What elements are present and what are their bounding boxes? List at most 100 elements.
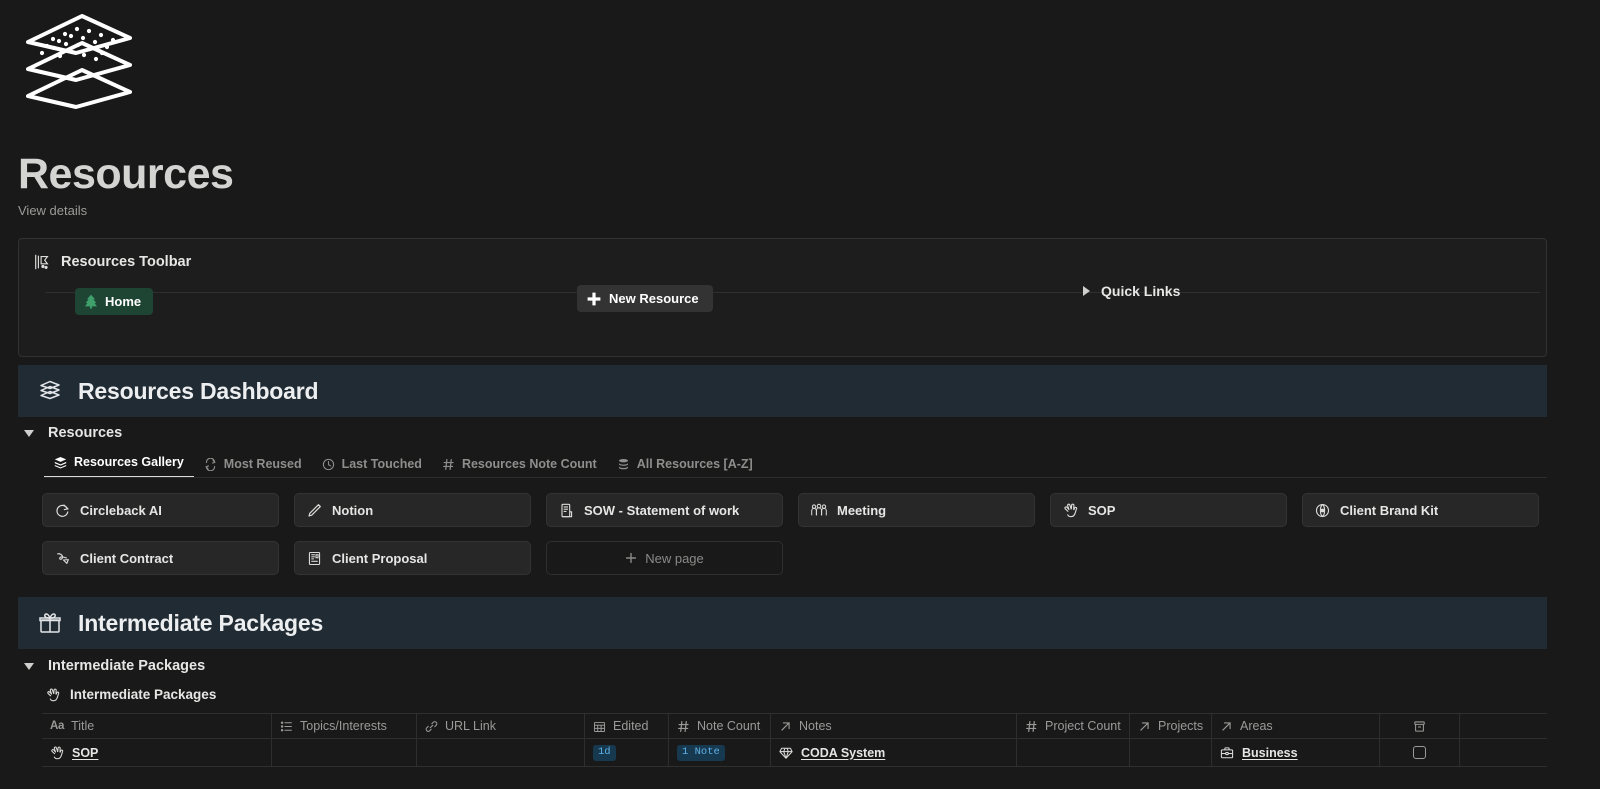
database-title[interactable]: Intermediate Packages bbox=[46, 687, 216, 702]
triangle-down-icon bbox=[24, 429, 34, 437]
gallery-card-notion[interactable]: Notion bbox=[294, 493, 531, 527]
home-tree-icon bbox=[84, 294, 98, 309]
resources-dashboard-title: Resources Dashboard bbox=[78, 377, 319, 404]
gallery-card-meeting[interactable]: Meeting bbox=[798, 493, 1035, 527]
intermediate-packages-toggle[interactable]: Intermediate Packages bbox=[24, 658, 205, 674]
people-group-icon bbox=[811, 503, 827, 517]
stacked-layers-icon bbox=[38, 379, 62, 403]
cell-areas-text: Business bbox=[1242, 745, 1298, 760]
palette-icon bbox=[1315, 503, 1330, 518]
circle-arrow-icon bbox=[55, 503, 70, 518]
gallery-card-sop[interactable]: SOP bbox=[1050, 493, 1287, 527]
tab-all-resources-az[interactable]: All Resources [A-Z] bbox=[607, 457, 763, 478]
column-header-note-count[interactable]: Note Count bbox=[669, 714, 771, 738]
hash-icon bbox=[677, 720, 690, 733]
column-header-archive[interactable] bbox=[1380, 714, 1460, 738]
gallery-card-client-brand-kit[interactable]: Client Brand Kit bbox=[1302, 493, 1539, 527]
hash-icon bbox=[442, 458, 455, 471]
tab-most-reused[interactable]: Most Reused bbox=[194, 457, 312, 478]
intermediate-packages-title: Intermediate Packages bbox=[78, 609, 324, 636]
document-icon bbox=[559, 503, 574, 518]
home-button[interactable]: Home bbox=[75, 288, 154, 315]
arrow-up-right-icon bbox=[779, 720, 792, 733]
resources-toggle-label: Resources bbox=[48, 425, 123, 441]
quick-links-label: Quick Links bbox=[1101, 283, 1181, 299]
column-header-projects[interactable]: Projects bbox=[1130, 714, 1212, 738]
tab-last-touched[interactable]: Last Touched bbox=[312, 457, 432, 478]
new-resource-button[interactable]: New Resource bbox=[577, 285, 713, 312]
column-header-topics[interactable]: Topics/Interests bbox=[272, 714, 417, 738]
tab-label: Resources Note Count bbox=[461, 457, 597, 471]
quick-links-toggle[interactable]: Quick Links bbox=[1083, 283, 1180, 299]
gallery-card-label: SOP bbox=[1088, 502, 1116, 518]
home-button-label: Home bbox=[105, 294, 142, 309]
toolbar-divider bbox=[45, 292, 1540, 293]
view-details-link[interactable]: View details bbox=[18, 203, 87, 218]
new-page-button[interactable]: New page bbox=[546, 541, 783, 575]
column-label: Project Count bbox=[1045, 719, 1121, 733]
gallery-card-label: Client Brand Kit bbox=[1340, 502, 1439, 518]
cell-topics[interactable] bbox=[272, 739, 417, 766]
list-icon bbox=[280, 720, 293, 733]
cell-title[interactable]: SOP bbox=[42, 739, 272, 766]
gallery-row: Client Contract Client Proposal New page bbox=[42, 541, 1547, 575]
page-title: Resources bbox=[18, 150, 234, 198]
column-label: Title bbox=[71, 719, 95, 733]
arrow-up-right-icon bbox=[1220, 720, 1233, 733]
repeat-icon bbox=[204, 457, 217, 471]
row-checkbox[interactable] bbox=[1413, 746, 1426, 759]
gallery-card-label: Notion bbox=[332, 502, 374, 518]
column-label: Areas bbox=[1240, 719, 1273, 733]
column-header-edited[interactable]: Edited bbox=[585, 714, 669, 738]
hand-icon bbox=[46, 688, 60, 702]
gallery-card-label: Client Contract bbox=[80, 550, 174, 566]
stack-icon bbox=[54, 456, 67, 469]
cell-edited[interactable]: 1d bbox=[585, 739, 669, 766]
triangle-down-icon bbox=[24, 662, 34, 670]
gallery-card-label: Meeting bbox=[837, 502, 887, 518]
gallery-card-client-contract[interactable]: Client Contract bbox=[42, 541, 279, 575]
cell-url-link[interactable] bbox=[417, 739, 585, 766]
gift-icon bbox=[38, 611, 62, 635]
new-resource-label: New Resource bbox=[609, 291, 699, 306]
notion-page: Resources View details Resources Toolbar bbox=[0, 0, 1600, 789]
gallery-card-circleback-ai[interactable]: Circleback AI bbox=[42, 493, 279, 527]
intermediate-packages-toggle-label: Intermediate Packages bbox=[48, 658, 206, 674]
cell-project-count[interactable] bbox=[1017, 739, 1130, 766]
tab-label: Most Reused bbox=[223, 457, 302, 471]
table-header-row: Aa Title Topics/Interests URL Link Edite… bbox=[42, 713, 1547, 739]
column-header-project-count[interactable]: Project Count bbox=[1017, 714, 1130, 738]
plus-icon bbox=[625, 552, 637, 564]
intermediate-packages-banner: Intermediate Packages bbox=[18, 597, 1547, 649]
hand-icon bbox=[1063, 503, 1078, 518]
pencil-icon bbox=[307, 503, 322, 518]
cell-notes[interactable]: CODA System bbox=[771, 739, 1017, 766]
archive-box-icon bbox=[1413, 720, 1426, 733]
gallery-card-sow[interactable]: SOW - Statement of work bbox=[546, 493, 783, 527]
cell-note-count[interactable]: 1 Note bbox=[669, 739, 771, 766]
plus-icon bbox=[587, 292, 601, 306]
hand-icon bbox=[50, 746, 64, 760]
resources-toggle[interactable]: Resources bbox=[24, 425, 122, 441]
column-header-url-link[interactable]: URL Link bbox=[417, 714, 585, 738]
table-row[interactable]: SOP 1d 1 Note CODA System Business bbox=[42, 739, 1547, 767]
tab-resources-note-count[interactable]: Resources Note Count bbox=[432, 457, 607, 478]
new-page-label: New page bbox=[645, 550, 704, 566]
column-header-title[interactable]: Aa Title bbox=[42, 714, 272, 738]
cell-title-text: SOP bbox=[72, 745, 99, 760]
cell-archive[interactable] bbox=[1380, 739, 1460, 766]
toolbar-header: Resources Toolbar bbox=[19, 239, 1546, 271]
column-header-areas[interactable]: Areas bbox=[1212, 714, 1380, 738]
gallery-card-label: Client Proposal bbox=[332, 550, 428, 566]
cell-projects[interactable] bbox=[1130, 739, 1212, 766]
column-header-notes[interactable]: Notes bbox=[771, 714, 1017, 738]
clock-icon bbox=[322, 458, 335, 471]
gallery-card-client-proposal[interactable]: Client Proposal bbox=[294, 541, 531, 575]
resources-gallery: Circleback AI Notion SOW - Statement of … bbox=[42, 493, 1547, 589]
triangle-right-icon bbox=[1083, 286, 1090, 296]
tab-resources-gallery[interactable]: Resources Gallery bbox=[44, 455, 194, 478]
gallery-card-label: Circleback AI bbox=[80, 502, 162, 518]
signature-icon bbox=[55, 551, 70, 566]
proposal-doc-icon bbox=[307, 551, 322, 566]
cell-areas[interactable]: Business bbox=[1212, 739, 1380, 766]
